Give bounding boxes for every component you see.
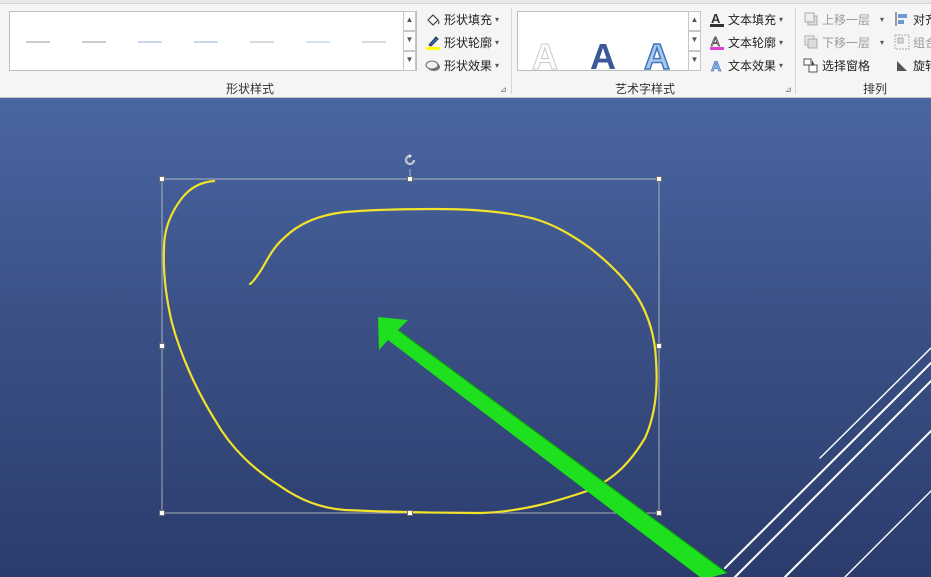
wordart-styles-dialog-launcher[interactable]: ⊿ [785,86,793,94]
rotate-label: 旋转 [913,58,931,73]
shape-effects-icon [424,57,441,74]
ribbon-tab-strip [0,0,931,4]
resize-handle-bottom[interactable] [407,510,413,516]
resize-handle-left[interactable] [159,343,165,349]
chevron-down-icon: ▾ [779,37,784,47]
wordart-gallery-scroll-up[interactable]: ▲ [688,11,701,31]
resize-handle-right[interactable] [656,343,662,349]
shape-effects-label: 形状效果 [444,58,493,73]
shape-fill-button[interactable]: 形状填充 ▾ [424,9,499,29]
shape-gallery-scroll-down[interactable]: ▼ [403,31,416,51]
chevron-down-icon: ▾ [495,14,500,24]
shape-outline-button[interactable]: 形状轮廓 ▾ [424,32,499,52]
group-button[interactable]: 组合 [893,32,931,52]
wordart-styles-gallery[interactable]: A A A [517,11,689,78]
wordart-preset-2[interactable]: A [590,36,616,78]
text-fill-label: 文本填充 [728,12,777,27]
bring-forward-button[interactable]: 上移一层 ▾ [802,9,884,29]
send-backward-label: 下移一层 [822,35,871,50]
decorative-diagonal-lines [724,347,931,577]
wordart-styles-group-label: 艺术字样式 [614,82,675,96]
wordart-gallery-scroll-down[interactable]: ▼ [688,31,701,51]
shape-gallery-more[interactable]: ▼ [403,51,416,71]
shape-styles-gallery[interactable] [9,11,417,71]
send-backward-icon [802,34,819,51]
svg-text:A: A [711,58,721,73]
arrange-group-label: 排列 [862,82,887,96]
shape-outline-label: 形状轮廓 [444,35,493,50]
svg-text:A: A [711,11,721,26]
chevron-down-icon: ▾ [495,60,500,70]
shape-style-presets [26,41,386,43]
shape-gallery-scroll-up[interactable]: ▲ [403,11,416,31]
group-label: 组合 [913,35,931,50]
shape-styles-group-label: 形状样式 [225,82,274,96]
wordart-gallery-more[interactable]: ▼ [688,51,701,71]
shape-effects-button[interactable]: 形状效果 ▾ [424,55,499,75]
bring-forward-label: 上移一层 [822,12,871,27]
resize-handle-top-left[interactable] [159,176,165,182]
selection-pane-label: 选择窗格 [822,58,871,73]
rotate-handle-icon[interactable] [403,153,417,167]
resize-handle-bottom-left[interactable] [159,510,165,516]
green-arrow[interactable] [378,317,727,577]
text-effects-label: 文本效果 [728,58,777,73]
wordart-preset-3[interactable]: A [643,35,671,78]
align-icon [893,11,910,28]
group-separator [795,8,796,94]
resize-handle-top[interactable] [407,176,413,182]
chevron-down-icon: ▾ [779,14,784,24]
chevron-down-icon: ▾ [495,37,500,47]
text-fill-icon: A [708,11,725,28]
paint-bucket-icon [424,11,441,28]
selection-pane-button[interactable]: 选择窗格 [802,55,870,75]
decor-line [734,380,931,577]
rotate-icon [893,57,910,74]
pen-icon [424,34,441,51]
text-outline-icon: A [708,34,725,51]
rotate-button[interactable]: 旋转 [893,55,931,75]
slide-drawing-layer [161,169,931,577]
text-outline-button[interactable]: A 文本轮廓 ▾ [708,32,783,52]
ribbon: ▲ ▼ ▼ 形状填充 ▾ 形状轮廓 ▾ 形状效果 ▾ 形状样式 ⊿ A A A … [0,0,931,98]
text-effects-icon: A [708,57,725,74]
text-effects-button[interactable]: A 文本效果 ▾ [708,55,783,75]
resize-handle-top-right[interactable] [656,176,662,182]
text-outline-label: 文本轮廓 [728,35,777,50]
decor-line [724,362,931,569]
shape-styles-dialog-launcher[interactable]: ⊿ [500,86,508,94]
wordart-preset-1[interactable]: A [532,36,559,78]
decor-line [819,347,931,459]
group-icon [893,34,910,51]
green-arrow-edge [397,329,728,574]
align-label: 对齐 [913,12,931,27]
chevron-down-icon: ▾ [779,60,784,70]
slide-canvas[interactable] [0,98,931,577]
selection-pane-icon [802,57,819,74]
chevron-down-icon: ▾ [880,14,885,24]
send-backward-button[interactable]: 下移一层 ▾ [802,32,884,52]
chevron-down-icon: ▾ [880,37,885,47]
align-button[interactable]: 对齐 [893,9,931,29]
text-fill-button[interactable]: A 文本填充 ▾ [708,9,783,29]
shape-fill-label: 形状填充 [444,12,493,27]
group-separator [511,8,512,94]
bring-forward-icon [802,11,819,28]
svg-text:A: A [711,34,720,49]
resize-handle-bottom-right[interactable] [656,510,662,516]
